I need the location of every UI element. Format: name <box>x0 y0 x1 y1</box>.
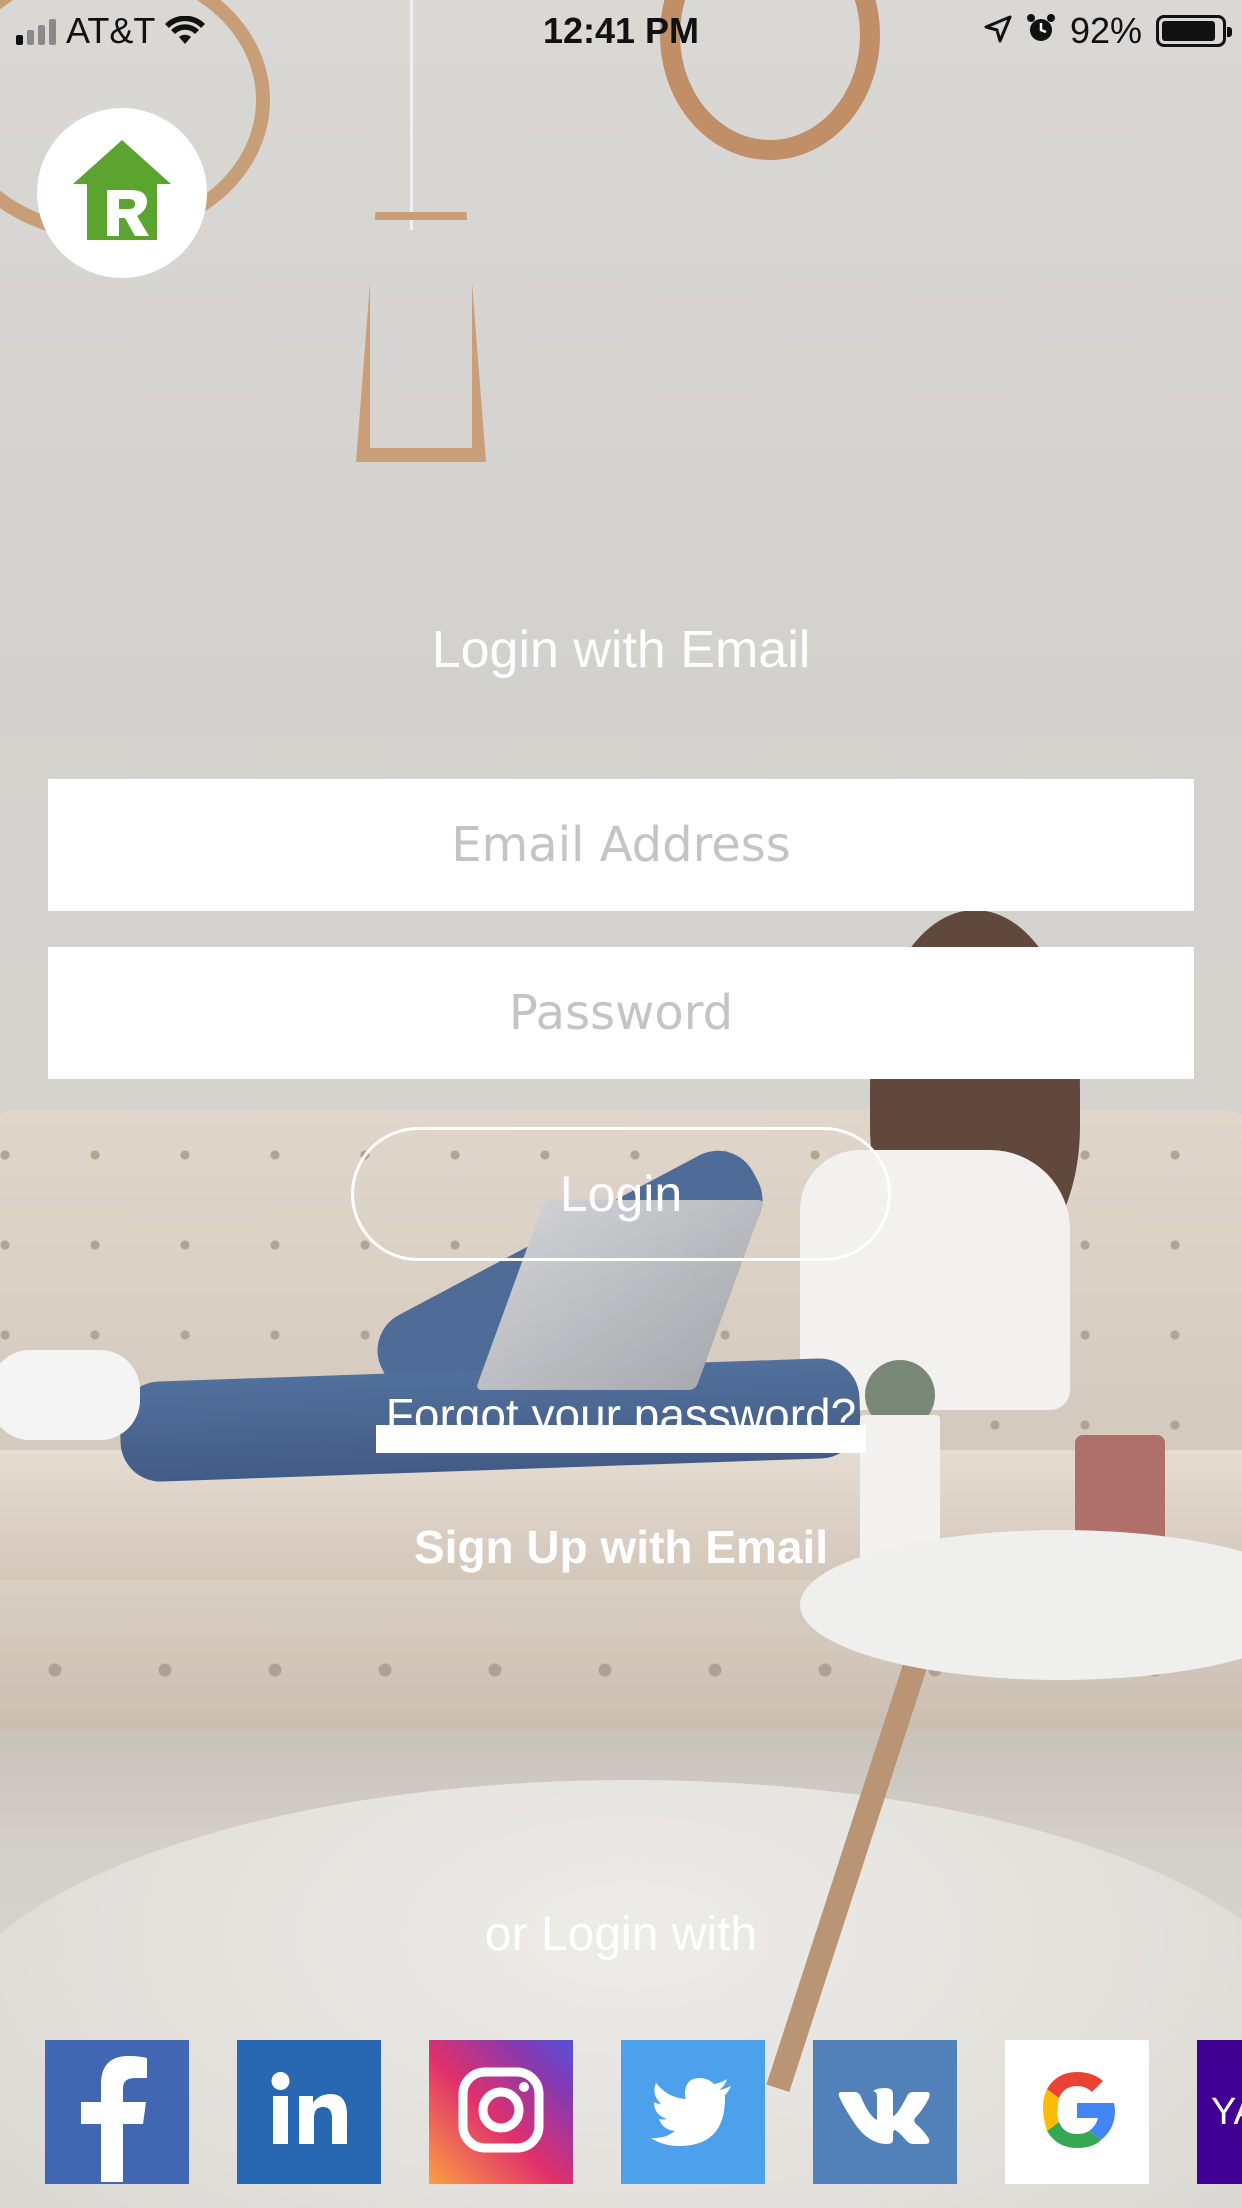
background-photo <box>0 0 1242 2208</box>
facebook-login-button[interactable] <box>45 2040 189 2184</box>
alarm-icon <box>1026 10 1056 52</box>
background-overlay <box>0 0 1242 2208</box>
house-r-logo-icon <box>67 136 177 251</box>
status-bar: AT&T 12:41 PM 92% <box>0 0 1242 62</box>
vk-icon <box>835 2060 935 2165</box>
battery-level <box>1162 21 1216 41</box>
battery-percent: 92% <box>1069 10 1142 51</box>
instagram-login-button[interactable] <box>429 2040 573 2184</box>
status-right: 92% <box>984 10 1232 52</box>
instagram-icon <box>451 2060 551 2165</box>
location-arrow-icon <box>984 10 1012 52</box>
google-login-button[interactable] <box>1005 2040 1149 2184</box>
yahoo-login-button[interactable]: YA <box>1197 2040 1242 2184</box>
password-field[interactable] <box>48 947 1194 1079</box>
vk-login-button[interactable] <box>813 2040 957 2184</box>
app-logo <box>37 108 207 278</box>
twitter-login-button[interactable] <box>621 2040 765 2184</box>
linkedin-login-button[interactable] <box>237 2040 381 2184</box>
facebook-icon <box>45 2040 189 2184</box>
forgot-password-overlay-bar <box>376 1425 866 1453</box>
linkedin-icon <box>259 2060 359 2165</box>
signup-with-email-link[interactable]: Sign Up with Email <box>0 1520 1242 1574</box>
twitter-icon <box>643 2060 743 2165</box>
social-login-heading: or Login with <box>484 1908 758 1961</box>
battery-icon <box>1156 15 1232 47</box>
yahoo-icon: YA <box>1211 2090 1242 2133</box>
google-icon <box>1035 2068 1119 2157</box>
email-field[interactable] <box>48 779 1194 911</box>
page-title: Login with Email <box>431 621 811 679</box>
login-button[interactable]: Login <box>351 1127 891 1261</box>
